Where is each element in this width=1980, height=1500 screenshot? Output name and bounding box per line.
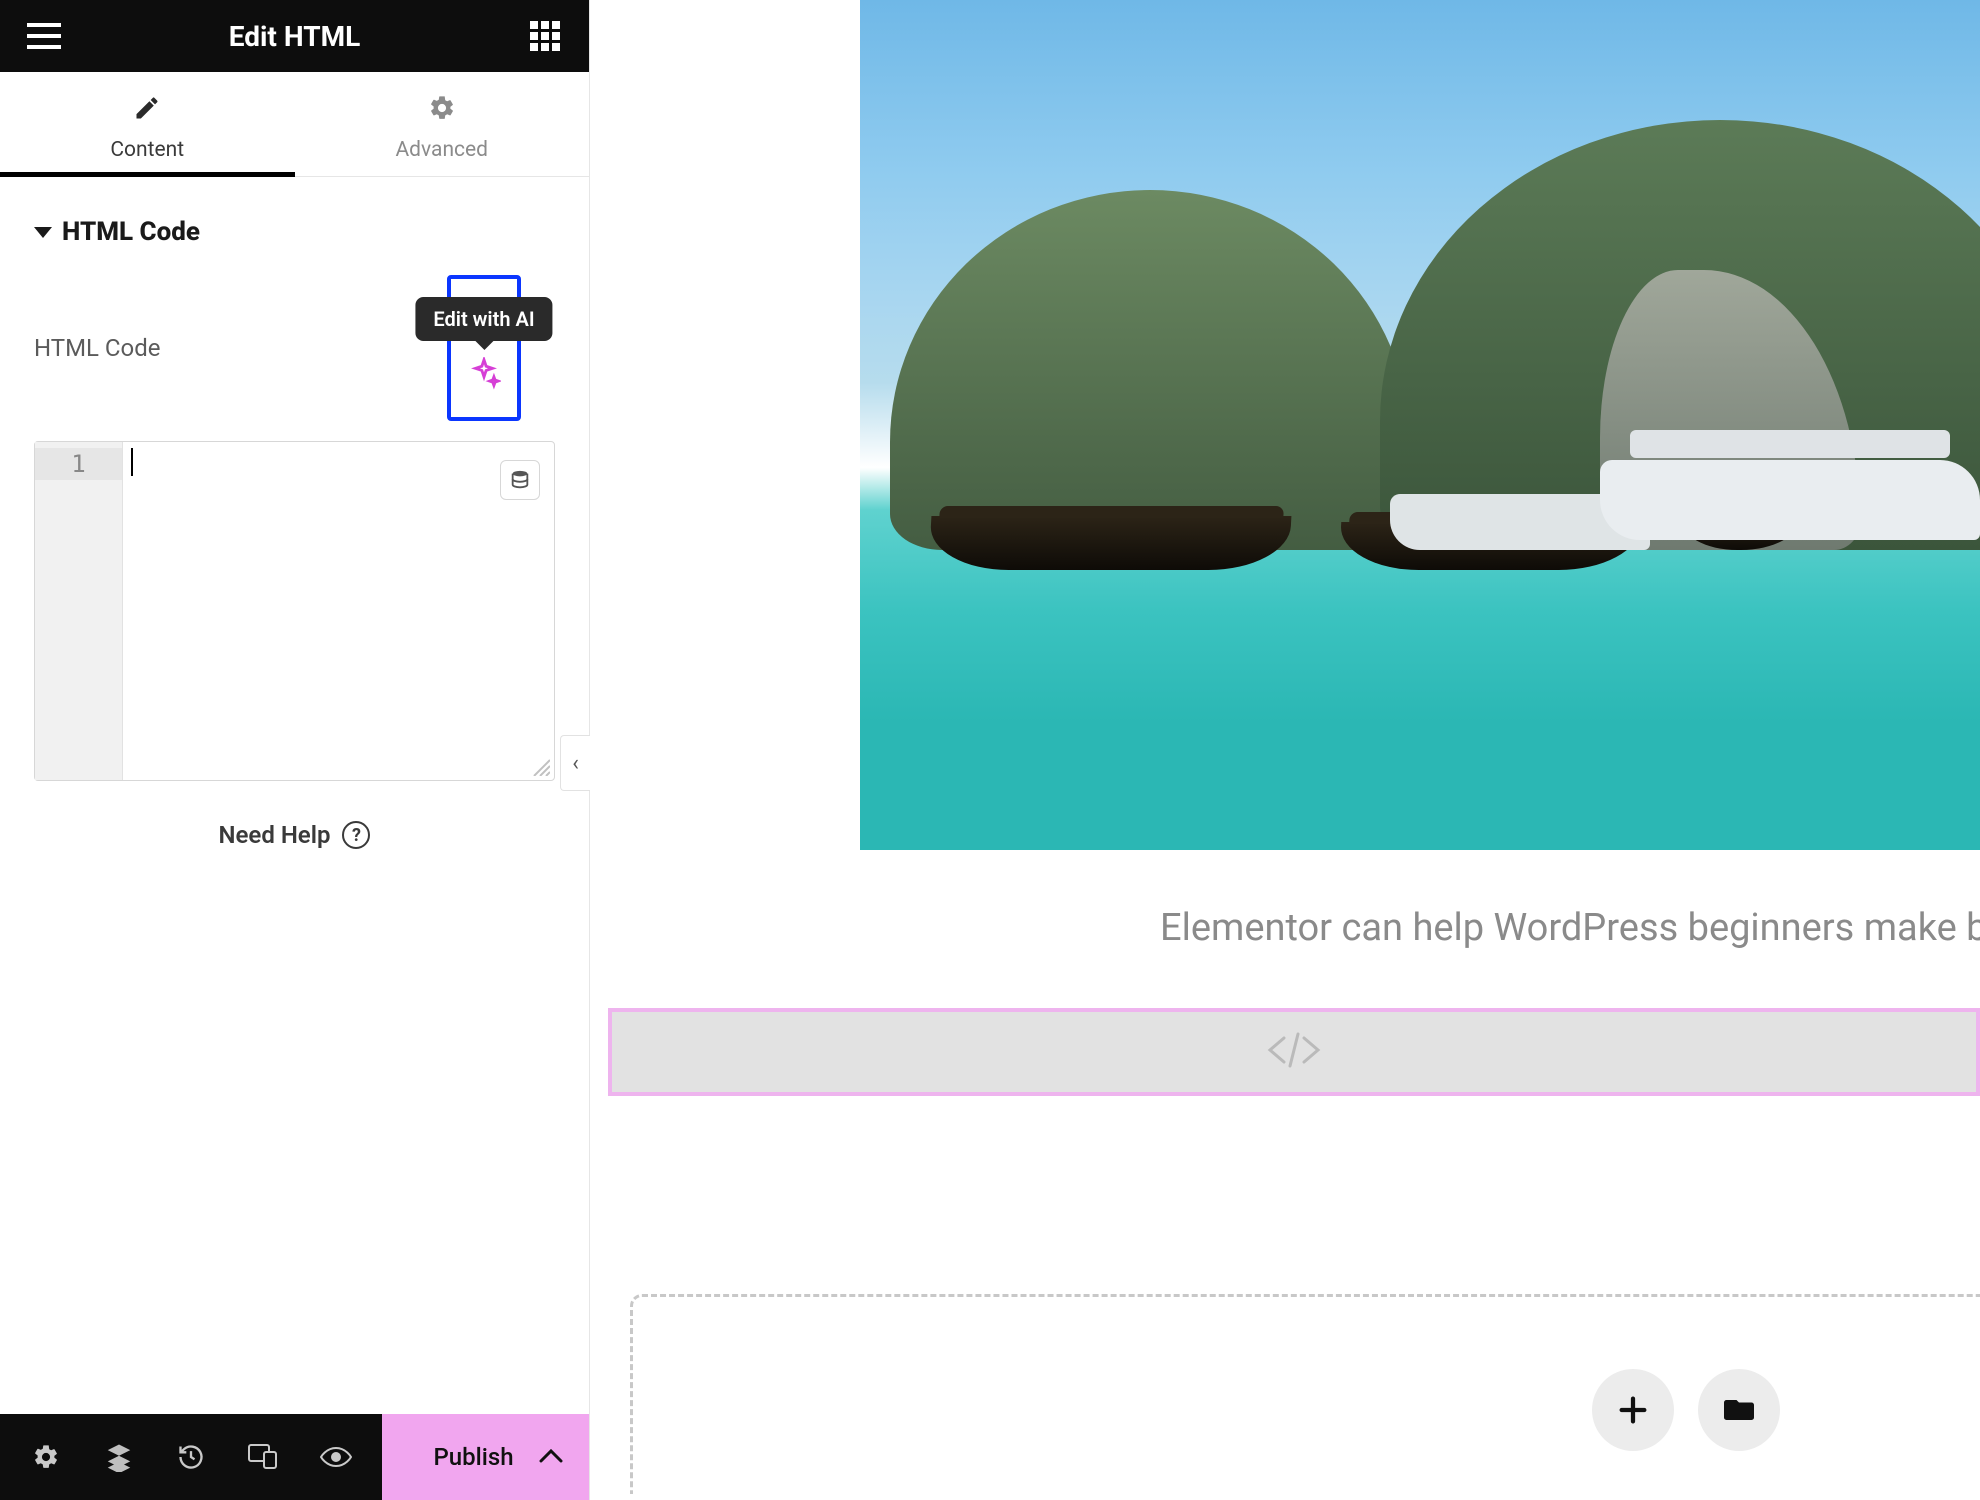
page-settings-button[interactable] bbox=[26, 1437, 66, 1477]
ai-sparkle-icon[interactable] bbox=[467, 357, 501, 395]
code-icon bbox=[1266, 1030, 1322, 1074]
code-textarea[interactable] bbox=[123, 442, 554, 780]
section-title: HTML Code bbox=[62, 217, 200, 247]
sidebar-header: Edit HTML bbox=[0, 0, 589, 72]
chevron-up-icon[interactable] bbox=[539, 1448, 563, 1467]
hero-caption: Elementor can help WordPress beginners m… bbox=[1160, 906, 1980, 950]
sidebar-tabs: Content Advanced bbox=[0, 72, 589, 177]
preview-button[interactable] bbox=[316, 1437, 356, 1477]
need-help-link[interactable]: Need Help ? bbox=[0, 781, 589, 889]
bottom-bar-tools bbox=[0, 1414, 382, 1500]
template-library-button[interactable] bbox=[1698, 1369, 1780, 1451]
gear-icon bbox=[428, 94, 456, 128]
history-button[interactable] bbox=[171, 1437, 211, 1477]
html-widget-placeholder[interactable] bbox=[608, 1008, 1980, 1096]
edit-with-ai-highlight: Edit with AI bbox=[447, 275, 521, 421]
field-row-html-code: HTML Code Edit with AI bbox=[0, 269, 589, 427]
line-number: 1 bbox=[35, 448, 122, 480]
help-icon: ? bbox=[342, 821, 370, 849]
caret-down-icon bbox=[34, 227, 52, 238]
hamburger-menu-icon[interactable] bbox=[24, 16, 64, 56]
dynamic-tags-button[interactable] bbox=[500, 460, 540, 500]
tab-advanced-label: Advanced bbox=[395, 138, 488, 162]
code-gutter: 1 bbox=[35, 442, 123, 780]
chevron-left-icon: ‹ bbox=[572, 751, 579, 776]
tab-advanced[interactable]: Advanced bbox=[295, 72, 590, 176]
text-cursor bbox=[131, 448, 133, 476]
hero-image bbox=[860, 0, 1980, 850]
widgets-grid-icon[interactable] bbox=[525, 16, 565, 56]
field-label: HTML Code bbox=[34, 334, 161, 362]
panel-title: Edit HTML bbox=[229, 20, 360, 53]
html-code-editor[interactable]: 1 bbox=[34, 441, 555, 781]
responsive-button[interactable] bbox=[243, 1437, 283, 1477]
edit-with-ai-tooltip: Edit with AI bbox=[415, 297, 552, 341]
publish-label: Publish bbox=[433, 1443, 513, 1471]
widget-drop-zone[interactable] bbox=[630, 1294, 1980, 1494]
drop-zone-actions bbox=[1592, 1369, 1780, 1451]
navigator-button[interactable] bbox=[99, 1437, 139, 1477]
sidebar-body: HTML Code HTML Code Edit with AI 1 bbox=[0, 177, 589, 1414]
collapse-sidebar-button[interactable]: ‹ bbox=[560, 735, 590, 791]
resize-handle-icon[interactable] bbox=[530, 756, 550, 776]
ferry-shape bbox=[1600, 460, 1980, 540]
tab-content-label: Content bbox=[110, 138, 184, 162]
pencil-icon bbox=[133, 94, 161, 128]
publish-button[interactable]: Publish bbox=[382, 1414, 589, 1500]
tab-content[interactable]: Content bbox=[0, 72, 295, 176]
boat-shape bbox=[929, 516, 1292, 570]
add-widget-button[interactable] bbox=[1592, 1369, 1674, 1451]
need-help-label: Need Help bbox=[219, 821, 331, 849]
sidebar-bottom-bar: Publish bbox=[0, 1414, 589, 1500]
preview-canvas: Elementor can help WordPress beginners m… bbox=[590, 0, 1980, 1500]
mountain-shape bbox=[890, 190, 1410, 550]
editor-sidebar: Edit HTML Content Advanced bbox=[0, 0, 590, 1500]
section-html-code[interactable]: HTML Code bbox=[0, 195, 589, 269]
